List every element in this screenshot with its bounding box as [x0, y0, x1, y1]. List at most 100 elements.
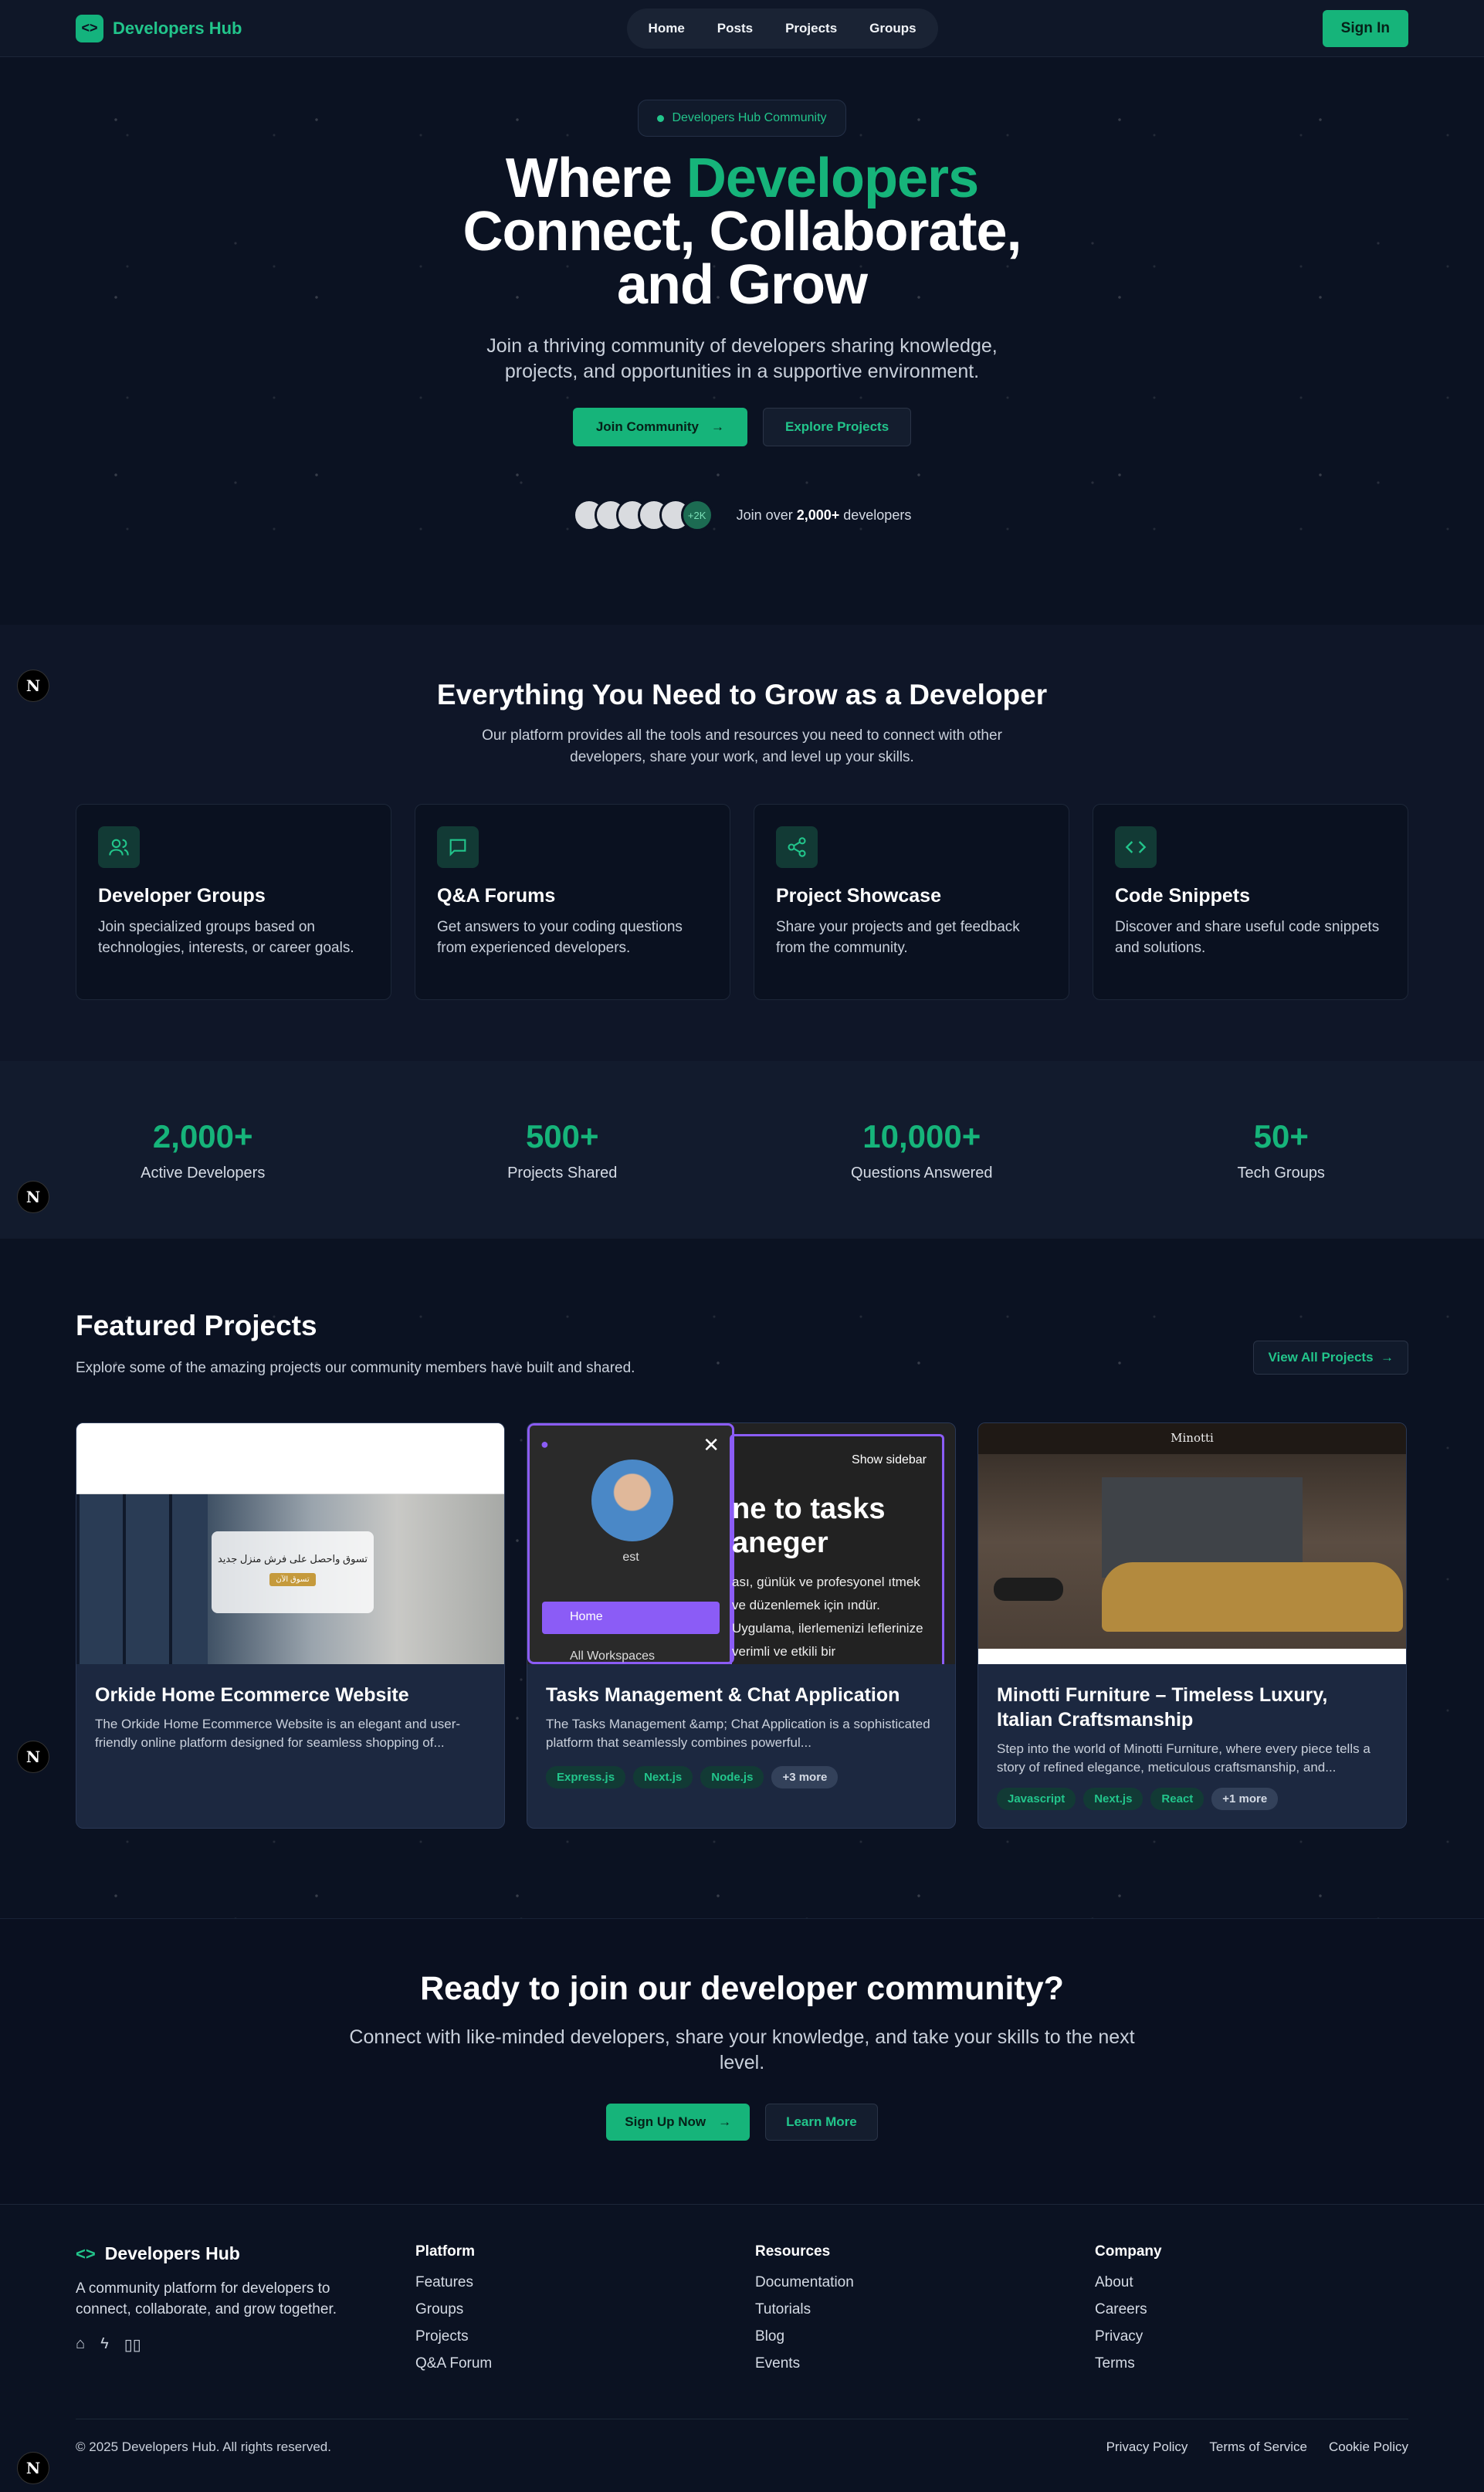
avatar-group: +2K Join over 2,000+ developers — [0, 499, 1484, 531]
nav-link-posts[interactable]: Posts — [703, 15, 767, 42]
project-screenshot: Minotti — [978, 1423, 1406, 1664]
project-card[interactable]: ● ✕ est Home All Workspaces Show sidebar… — [527, 1422, 956, 1829]
footer-desc: A community platform for developers to c… — [76, 2280, 337, 2317]
feature-title: Q&A Forums — [437, 885, 556, 907]
legal-link[interactable]: Cookie Policy — [1329, 2439, 1408, 2455]
project-title: Minotti Furniture – Timeless Luxury, Ita… — [997, 1684, 1328, 1731]
feature-title: Code Snippets — [1115, 885, 1251, 907]
avatar-caption-a: Join over — [736, 507, 797, 523]
projects-header: Featured Projects Explore some of the am… — [76, 1310, 1408, 1379]
feature-desc: Discover and share useful code snippets … — [1115, 919, 1380, 956]
legal-link[interactable]: Privacy Policy — [1106, 2439, 1188, 2455]
stat-label: Projects Shared — [507, 1164, 618, 1182]
arrow-right-icon: → — [718, 2114, 732, 2129]
explore-projects-button[interactable]: Explore Projects — [763, 408, 912, 446]
footer-link[interactable]: Documentation — [755, 2274, 1095, 2291]
stat-item: 50+ Tech Groups — [1102, 1118, 1462, 1182]
next-badge-icon[interactable]: N — [17, 670, 49, 702]
features-subtitle: Our platform provides all the tools and … — [482, 727, 1002, 765]
stat-label: Active Developers — [141, 1164, 266, 1182]
view-all-projects-button[interactable]: View All Projects → — [1253, 1341, 1408, 1375]
feature-card-showcase: Project Showcase Share your projects and… — [754, 804, 1069, 1000]
footer-brand[interactable]: <> Developers Hub — [76, 2243, 415, 2264]
footer-link[interactable]: Tutorials — [755, 2301, 1095, 2318]
shot-heading-a: ne to tasks — [732, 1493, 886, 1525]
footer-link[interactable]: Privacy — [1095, 2328, 1408, 2345]
nav-link-projects[interactable]: Projects — [771, 15, 851, 42]
nav-link-groups[interactable]: Groups — [856, 15, 930, 42]
stat-number: 50+ — [1253, 1117, 1309, 1154]
project-card[interactable]: Minotti Minotti Furniture – Timeless Lux… — [977, 1422, 1407, 1829]
hero-title-accent: Developers — [686, 147, 979, 209]
project-screenshot: ● ✕ est Home All Workspaces Show sidebar… — [527, 1423, 955, 1664]
hero-title-part: Where — [505, 147, 686, 209]
arrow-right-icon: → — [1377, 1350, 1394, 1365]
hero-title-line3: and Grow — [616, 254, 868, 316]
project-tags: Javascript Next.js React +1 more — [997, 1788, 1387, 1810]
footer-columns: <> Developers Hub A community platform f… — [76, 2243, 1408, 2382]
hero-cta: Join Community → Explore Projects — [0, 408, 1484, 446]
footer-link[interactable]: Groups — [415, 2301, 755, 2318]
cta-section: Ready to join our developer community? C… — [0, 1918, 1484, 2204]
footer-col-title: Platform — [415, 2243, 476, 2260]
footer-link[interactable]: Projects — [415, 2328, 755, 2345]
footer-link[interactable]: Features — [415, 2274, 755, 2291]
footer-link[interactable]: Events — [755, 2355, 1095, 2372]
code-icon — [1115, 826, 1157, 868]
lightning-icon[interactable]: ϟ — [100, 2335, 109, 2355]
avatar-caption: Join over 2,000+ developers — [737, 507, 912, 524]
user-icon: ● — [540, 1436, 549, 1452]
feature-title: Developer Groups — [98, 885, 266, 907]
projects-title: Featured Projects — [76, 1310, 317, 1341]
legal-link[interactable]: Terms of Service — [1209, 2439, 1307, 2455]
shot-banner-text: تسوق واحصل على فرش منزل جديد — [217, 1553, 368, 1565]
nav-link-home[interactable]: Home — [635, 15, 699, 42]
shot-body: ası, günlük ve profesyonel ıtmek ve düze… — [732, 1575, 923, 1659]
projects-grid: تسوق واحصل على فرش منزل جديد تسوق الآن O… — [76, 1422, 1408, 1829]
footer-link[interactable]: About — [1095, 2274, 1408, 2291]
footer: <> Developers Hub A community platform f… — [0, 2204, 1484, 2492]
footer-link[interactable]: Q&A Forum — [415, 2355, 755, 2372]
learn-more-button[interactable]: Learn More — [765, 2104, 878, 2141]
stat-number: 10,000+ — [862, 1117, 981, 1154]
close-icon: ✕ — [703, 1433, 720, 1456]
sign-up-button[interactable]: Sign Up Now → — [606, 2104, 750, 2141]
footer-brand-col: <> Developers Hub A community platform f… — [76, 2243, 415, 2382]
code-brackets-icon: <> — [76, 2243, 96, 2263]
community-pill-label: Developers Hub Community — [672, 111, 827, 124]
tag: Next.js — [633, 1766, 693, 1788]
features-grid: Developer Groups Join specialized groups… — [0, 804, 1484, 1000]
cta-title: Ready to join our developer community? — [420, 1970, 1064, 2007]
tag-more: +3 more — [771, 1766, 839, 1788]
brand-logo[interactable]: <> Developers Hub — [76, 14, 242, 42]
avatar-stack: +2K — [572, 499, 713, 531]
stats-section: N 2,000+ Active Developers 500+ Projects… — [0, 1061, 1484, 1239]
share-icon — [776, 826, 818, 868]
footer-link[interactable]: Blog — [755, 2328, 1095, 2345]
shot-home-item: Home — [542, 1602, 720, 1634]
code-brackets-icon: <> — [76, 14, 103, 42]
hero-section: Developers Hub Community Where Developer… — [0, 57, 1484, 625]
stat-label: Tech Groups — [1237, 1164, 1325, 1182]
footer-link[interactable]: Terms — [1095, 2355, 1408, 2372]
github-icon[interactable]: ⌂ — [76, 2335, 85, 2355]
next-badge-icon[interactable]: N — [17, 1181, 49, 1213]
tag: Node.js — [700, 1766, 764, 1788]
next-badge-icon[interactable]: N — [17, 2452, 49, 2484]
features-title: Everything You Need to Grow as a Develop… — [436, 679, 1048, 710]
footer-col-resources: Resources Documentation Tutorials Blog E… — [755, 2243, 1095, 2382]
stat-item: 500+ Projects Shared — [383, 1118, 743, 1182]
users-icon — [98, 826, 140, 868]
book-icon[interactable]: ▯▯ — [124, 2335, 141, 2355]
project-card[interactable]: تسوق واحصل على فرش منزل جديد تسوق الآن O… — [76, 1422, 505, 1829]
sign-in-button[interactable]: Sign In — [1322, 9, 1408, 47]
footer-link[interactable]: Careers — [1095, 2301, 1408, 2318]
join-community-button[interactable]: Join Community → — [572, 408, 747, 446]
brand-name: Developers Hub — [113, 18, 242, 38]
feature-card-groups: Developer Groups Join specialized groups… — [76, 804, 391, 1000]
feature-title: Project Showcase — [776, 885, 941, 907]
join-community-label: Join Community — [595, 419, 699, 434]
tag: React — [1150, 1788, 1204, 1810]
next-badge-icon[interactable]: N — [17, 1741, 49, 1773]
avatar-caption-count: 2,000+ — [796, 507, 840, 523]
